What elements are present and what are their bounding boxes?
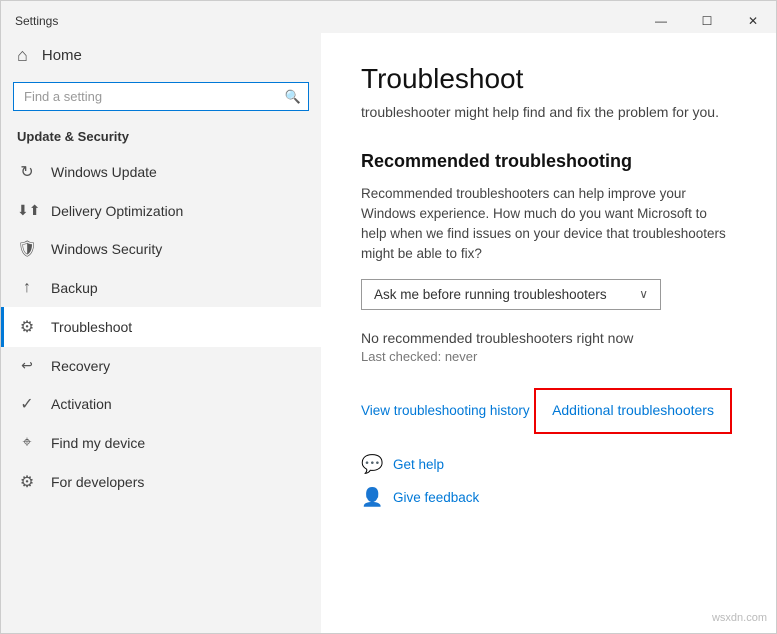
- content-area: ⌂ Home 🔍 Update & Security ↻ Windows Upd…: [1, 33, 776, 633]
- nav-label-recovery: Recovery: [51, 358, 110, 374]
- sidebar-item-recovery[interactable]: ↩ Recovery: [1, 347, 321, 384]
- get-help-icon: 💬: [361, 454, 383, 475]
- sidebar-item-home[interactable]: ⌂ Home: [1, 33, 321, 78]
- troubleshooter-dropdown[interactable]: Ask me before running troubleshooters ∨: [361, 279, 661, 310]
- for-developers-icon: ⚙: [17, 472, 37, 492]
- sidebar: ⌂ Home 🔍 Update & Security ↻ Windows Upd…: [1, 33, 321, 633]
- settings-window: Settings — ☐ ✕ ⌂ Home 🔍 Update & Securit…: [0, 0, 777, 634]
- windows-update-icon: ↻: [17, 162, 37, 182]
- sidebar-item-delivery-optimization[interactable]: ⬇⬆ Delivery Optimization: [1, 192, 321, 229]
- get-help-label[interactable]: Get help: [393, 457, 444, 472]
- nav-label-activation: Activation: [51, 396, 112, 412]
- delivery-optimization-icon: ⬇⬆: [17, 202, 37, 219]
- titlebar: Settings — ☐ ✕: [1, 1, 776, 33]
- get-help-row[interactable]: 💬 Get help: [361, 454, 736, 475]
- activation-icon: ✓: [17, 394, 37, 414]
- status-title: No recommended troubleshooters right now: [361, 330, 736, 346]
- nav-label-troubleshoot: Troubleshoot: [51, 319, 132, 335]
- give-feedback-label[interactable]: Give feedback: [393, 490, 479, 505]
- watermark: wsxdn.com: [712, 612, 767, 624]
- dropdown-chevron-icon: ∨: [639, 287, 648, 301]
- status-sub: Last checked: never: [361, 349, 736, 364]
- windows-security-icon: 🛡: [17, 239, 37, 259]
- additional-troubleshooters-box[interactable]: Additional troubleshooters: [534, 388, 732, 434]
- search-box: 🔍: [13, 82, 309, 111]
- sidebar-item-for-developers[interactable]: ⚙ For developers: [1, 462, 321, 502]
- view-history-link[interactable]: View troubleshooting history: [361, 403, 530, 418]
- nav-label-windows-update: Windows Update: [51, 164, 157, 180]
- nav-label-backup: Backup: [51, 280, 98, 296]
- nav-label-windows-security: Windows Security: [51, 241, 162, 257]
- sidebar-item-backup[interactable]: ↑ Backup: [1, 269, 321, 307]
- sidebar-item-windows-security[interactable]: 🛡 Windows Security: [1, 229, 321, 269]
- window-title: Settings: [1, 14, 58, 28]
- nav-label-delivery-optimization: Delivery Optimization: [51, 203, 183, 219]
- nav-label-find-my-device: Find my device: [51, 435, 145, 451]
- sidebar-item-windows-update[interactable]: ↻ Windows Update: [1, 152, 321, 192]
- nav-label-for-developers: For developers: [51, 474, 144, 490]
- troubleshoot-icon: ⚙: [17, 317, 37, 337]
- search-icon[interactable]: 🔍: [285, 89, 301, 105]
- home-label: Home: [42, 47, 82, 64]
- recommended-desc: Recommended troubleshooters can help imp…: [361, 184, 736, 265]
- backup-icon: ↑: [17, 279, 37, 297]
- home-icon: ⌂: [17, 45, 28, 66]
- main-content: Troubleshoot troubleshooter might help f…: [321, 33, 776, 633]
- search-input[interactable]: [13, 82, 309, 111]
- find-my-device-icon: ⌖: [17, 434, 37, 452]
- sidebar-section-title: Update & Security: [1, 123, 321, 152]
- sidebar-item-find-my-device[interactable]: ⌖ Find my device: [1, 424, 321, 462]
- page-title: Troubleshoot: [361, 63, 736, 95]
- dropdown-value: Ask me before running troubleshooters: [374, 287, 607, 302]
- give-feedback-row[interactable]: 👤 Give feedback: [361, 487, 736, 508]
- page-subtitle: troubleshooter might help find and fix t…: [361, 103, 736, 123]
- recovery-icon: ↩: [17, 357, 37, 374]
- sidebar-item-activation[interactable]: ✓ Activation: [1, 384, 321, 424]
- sidebar-item-troubleshoot[interactable]: ⚙ Troubleshoot: [1, 307, 321, 347]
- give-feedback-icon: 👤: [361, 487, 383, 508]
- recommended-section-title: Recommended troubleshooting: [361, 151, 736, 172]
- additional-link[interactable]: Additional troubleshooters: [552, 402, 714, 418]
